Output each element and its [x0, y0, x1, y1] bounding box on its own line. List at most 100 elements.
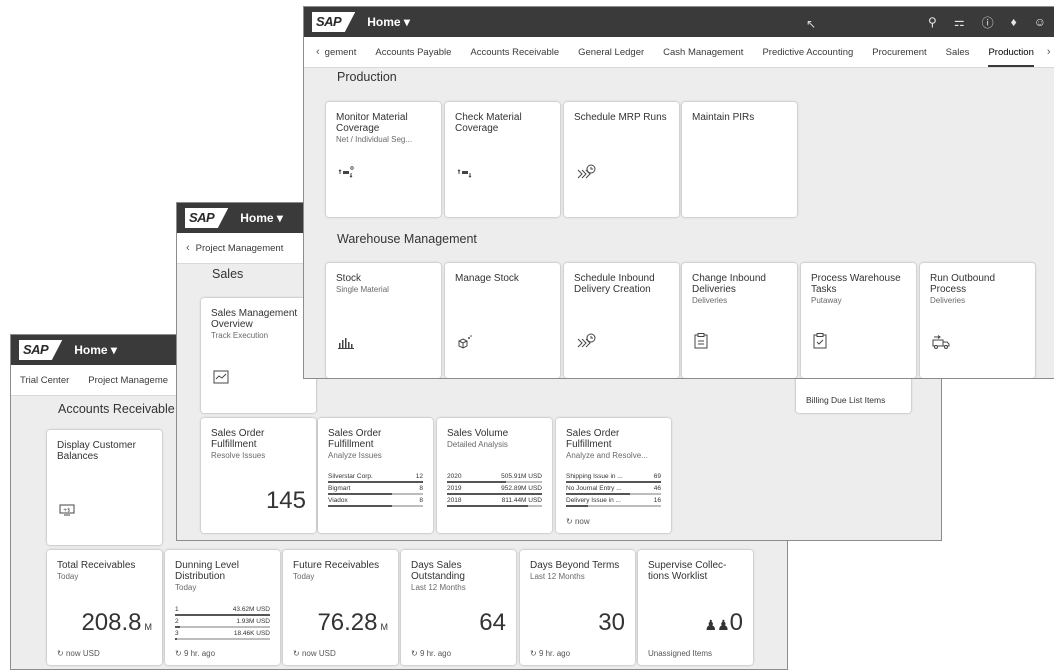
mini-row: Silverstar Corp. 12	[328, 473, 423, 483]
kpi-value: ♟♟0	[704, 609, 743, 636]
svg-text:+$: +$	[63, 508, 70, 514]
tab-accounts-receivable[interactable]: Accounts Receivable	[470, 47, 559, 58]
tile-subtitle: Single Material	[336, 285, 389, 294]
schedule-icon	[576, 333, 596, 352]
tile-sales-order-fulfillment-analyze[interactable]: Sales Order Fulfillment Analyze Issues S…	[318, 418, 433, 533]
stock-cubes-icon	[457, 335, 473, 352]
home-menu[interactable]: Home ▾	[74, 343, 117, 357]
chevron-left-icon[interactable]: ‹	[186, 242, 190, 254]
sap-logo[interactable]: SAP	[19, 340, 63, 360]
tile-manage-stock[interactable]: Manage Stock	[445, 263, 560, 378]
tile-title: Process Warehouse Tasks	[811, 273, 901, 295]
tile-subtitle: Net / Individual Seg...	[336, 135, 413, 144]
mini-bar-list: 1 43.62M USD 2 1.93M USD 3 18.46K USD	[175, 606, 270, 642]
tile-title: Display Customer Balances	[57, 440, 136, 462]
schedule-icon	[576, 164, 596, 183]
tile-title: Total Receivables	[57, 560, 136, 571]
tab-sales[interactable]: Sales	[946, 47, 970, 58]
tile-supervise-collections-worklist[interactable]: Supervise Collec- tions Worklist ♟♟0 Una…	[638, 550, 753, 665]
tile-schedule-mrp-runs[interactable]: Schedule MRP Runs	[564, 102, 679, 217]
tile-footer: Billing Due List Items	[806, 395, 886, 405]
material-coverage-icon	[457, 166, 475, 183]
mini-row: 1 43.62M USD	[175, 606, 270, 616]
section-title-sales: Sales	[212, 267, 244, 281]
checklist-icon	[694, 333, 708, 352]
tile-schedule-inbound-delivery-creation[interactable]: Schedule Inbound Delivery Creation	[564, 263, 679, 378]
mini-row: No Journal Entry ... 46	[566, 485, 661, 495]
tile-days-beyond-terms[interactable]: Days Beyond Terms Last 12 Months 30 ↻ 9 …	[520, 550, 635, 665]
tab-accounts-payable[interactable]: Accounts Payable	[375, 47, 451, 58]
refresh-icon: ↻	[566, 517, 573, 526]
user-icon[interactable]: ☺	[1034, 15, 1046, 29]
tile-check-material-coverage[interactable]: Check Material Coverage	[445, 102, 560, 217]
tile-process-warehouse-tasks[interactable]: Process Warehouse Tasks Putaway	[801, 263, 916, 378]
tile-subtitle: Today	[293, 572, 315, 581]
help-icon[interactable]: ⓘ	[982, 14, 994, 31]
mini-bar-list: Silverstar Corp. 12 Bigmart 8 Viadox 8	[328, 473, 423, 509]
chevron-right-icon[interactable]: ›	[1047, 46, 1051, 58]
window-production: SAP Home ▾ ↖ ⚲ ⚎ ⓘ ♦ ☺ ‹ gement Accounts…	[303, 6, 1054, 379]
tile-title: Change Inbound Deliveries	[692, 273, 766, 295]
tile-run-outbound-process[interactable]: Run Outbound Process Deliveries	[920, 263, 1035, 378]
tab-general-ledger[interactable]: General Ledger	[578, 47, 644, 58]
refresh-icon: ↻	[293, 649, 300, 658]
tab-project-management[interactable]: Project Manageme	[88, 375, 168, 386]
tile-title: Future Receivables	[293, 560, 380, 571]
tile-sales-order-fulfillment-resolve[interactable]: Sales Order Fulfillment Resolve Issues 1…	[201, 418, 316, 533]
tile-title: Schedule Inbound Delivery Creation	[574, 273, 655, 295]
tab-bar: ‹ gement Accounts Payable Accounts Recei…	[304, 37, 1054, 68]
search-icon[interactable]: ⚲	[928, 15, 937, 29]
tile-days-sales-outstanding[interactable]: Days Sales Outstanding Last 12 Months 64…	[401, 550, 516, 665]
tile-subtitle: Deliveries	[692, 296, 728, 305]
tile-total-receivables[interactable]: Total Receivables Today 208.8 M ↻ now USD	[47, 550, 162, 665]
kpi-value: 145	[265, 487, 306, 514]
sap-logo[interactable]: SAP	[312, 12, 356, 32]
tile-title: Sales Order Fulfillment	[566, 428, 620, 450]
tile-subtitle: Track Execution	[211, 331, 269, 340]
tile-subtitle: Analyze Issues	[328, 451, 382, 460]
tile-display-customer-balances[interactable]: Display Customer Balances +$	[47, 430, 162, 545]
tile-title: Stock	[336, 273, 362, 284]
tab-cash-management[interactable]: Cash Management	[663, 47, 743, 58]
tile-title: Schedule MRP Runs	[574, 112, 667, 123]
tab-procurement[interactable]: Procurement	[872, 47, 926, 58]
chevron-left-icon[interactable]: ‹	[316, 46, 320, 58]
mini-row: 2019 952.89M USD	[447, 485, 542, 495]
tile-monitor-material-coverage[interactable]: Monitor Material Coverage Net / Individu…	[326, 102, 441, 217]
tab-production[interactable]: Production	[988, 38, 1034, 67]
tile-sales-order-fulfillment-analyze-resolve[interactable]: Sales Order Fulfillment Analyze and Reso…	[556, 418, 671, 533]
tile-subtitle: Detailed Analysis	[447, 440, 508, 449]
tile-title: Manage Stock	[455, 273, 519, 284]
tile-footer: ↻ 9 hr. ago	[411, 649, 452, 658]
tab-predictive-accounting[interactable]: Predictive Accounting	[762, 47, 853, 58]
tab-trial-center[interactable]: Trial Center	[20, 375, 69, 386]
tile-footer: ↻ 9 hr. ago	[175, 649, 216, 658]
tile-change-inbound-deliveries[interactable]: Change Inbound Deliveries Deliveries	[682, 263, 797, 378]
mini-row: Delivery Issue in ... 16	[566, 497, 661, 507]
sap-logo[interactable]: SAP	[185, 208, 229, 228]
kpi-value: 76.28 M	[317, 609, 388, 636]
bell-icon[interactable]: ♦	[1011, 15, 1017, 29]
tile-sales-management-overview[interactable]: Sales Management Overview Track Executio…	[201, 298, 316, 413]
tile-sales-volume[interactable]: Sales Volume Detailed Analysis 2020 505.9…	[437, 418, 552, 533]
tile-title: Dunning Level Distribution	[175, 560, 239, 582]
material-coverage-icon	[338, 166, 356, 183]
tile-maintain-pirs[interactable]: Maintain PIRs	[682, 102, 797, 217]
refresh-icon: ↻	[57, 649, 64, 658]
mini-row: 2020 505.91M USD	[447, 473, 542, 483]
tile-subtitle: Resolve Issues	[211, 451, 266, 460]
tile-future-receivables[interactable]: Future Receivables Today 76.28 M ↻ now US…	[283, 550, 398, 665]
mouse-cursor-icon: ↖	[806, 17, 817, 31]
tab-project-management[interactable]: Project Management	[196, 243, 284, 254]
home-menu[interactable]: Home ▾	[367, 15, 410, 29]
megaphone-icon[interactable]: ⚎	[954, 15, 965, 29]
refresh-icon: ↻	[530, 649, 537, 658]
home-menu[interactable]: Home ▾	[240, 211, 283, 225]
refresh-icon: ↻	[175, 649, 182, 658]
tab-management[interactable]: gement	[325, 47, 357, 58]
bar-chart-icon	[338, 337, 354, 352]
kpi-value: 30	[598, 609, 625, 636]
tile-dunning-level-distribution[interactable]: Dunning Level Distribution Today 1 43.62M…	[165, 550, 280, 665]
tile-stock[interactable]: Stock Single Material	[326, 263, 441, 378]
tile-subtitle: Deliveries	[930, 296, 966, 305]
